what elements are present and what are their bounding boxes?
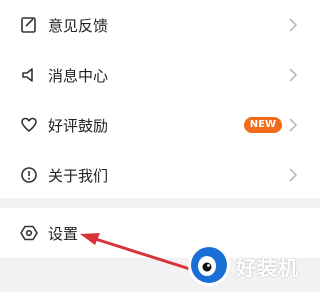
menu-item-messages[interactable]: 消息中心 xyxy=(0,50,320,100)
info-icon xyxy=(18,164,40,186)
watermark: 好装机 xyxy=(184,238,320,292)
chevron-right-icon xyxy=(289,118,298,132)
chevron-right-icon xyxy=(289,168,298,182)
heart-icon xyxy=(18,114,40,136)
menu-item-label: 关于我们 xyxy=(48,166,109,185)
watermark-text: 好装机 xyxy=(236,256,299,280)
menu-item-label: 好评鼓励 xyxy=(48,116,109,135)
menu-card: 意见反馈 消息中心 好评鼓励 NEW 关于我们 xyxy=(0,0,320,198)
new-badge: NEW xyxy=(243,117,282,133)
chevron-right-icon xyxy=(289,68,298,82)
speaker-icon xyxy=(18,64,40,86)
menu-item-about[interactable]: 关于我们 xyxy=(0,150,320,200)
menu-item-rate[interactable]: 好评鼓励 NEW xyxy=(0,100,320,150)
menu-item-label: 消息中心 xyxy=(48,66,109,85)
chevron-right-icon xyxy=(289,18,298,32)
watermark-logo-icon xyxy=(188,244,230,286)
menu-item-label: 意见反馈 xyxy=(48,16,109,35)
feedback-icon xyxy=(18,14,40,36)
settings-label: 设置 xyxy=(48,224,79,243)
menu-item-feedback[interactable]: 意见反馈 xyxy=(0,0,320,50)
settings-hexagon-icon xyxy=(18,222,40,244)
